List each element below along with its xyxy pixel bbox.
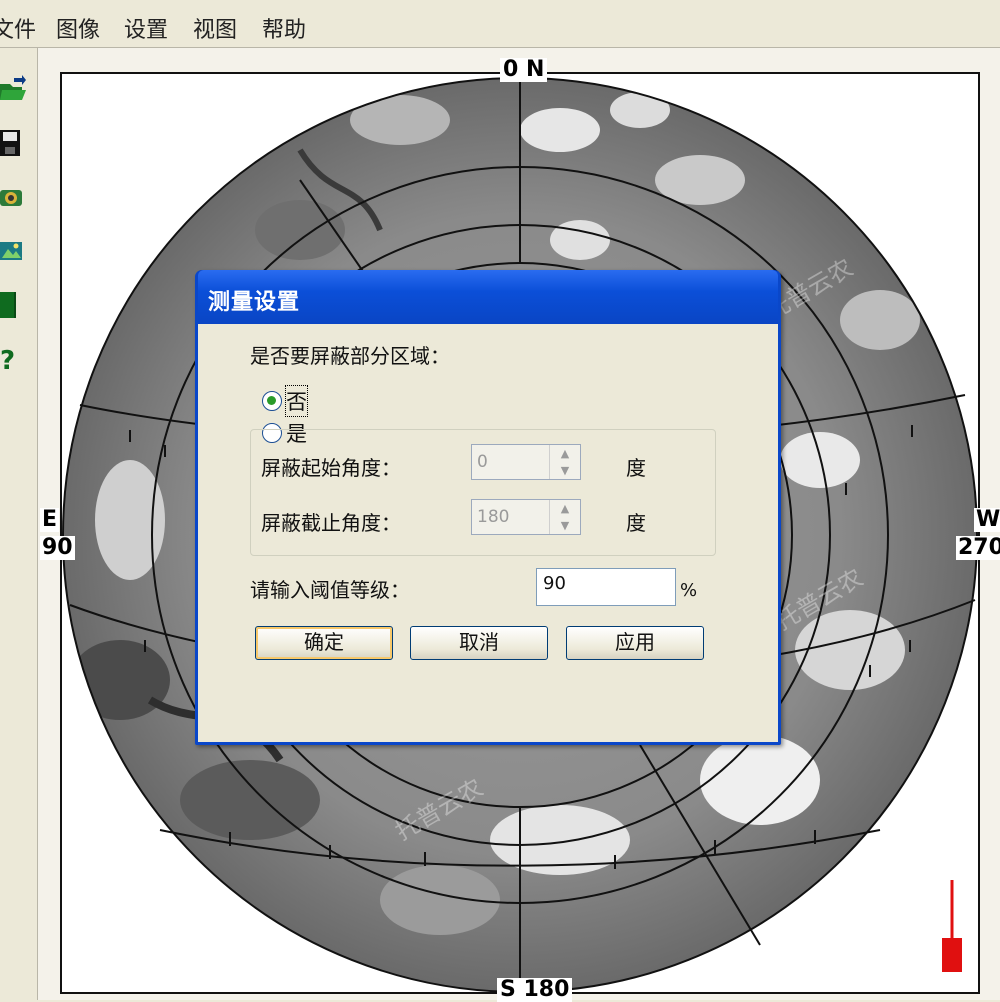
west-degree: 270: [956, 536, 1000, 560]
spin-up-icon: ▲: [560, 447, 570, 460]
start-angle-unit: 度: [626, 456, 646, 480]
spin-up-icon: ▲: [560, 502, 570, 515]
end-angle-label: 屏蔽截止角度：: [261, 511, 401, 535]
ok-button[interactable]: 确定: [255, 626, 393, 660]
dialog-title: 测量设置: [208, 290, 301, 315]
end-angle-value: 180: [477, 507, 510, 527]
measurement-settings-dialog: 测量设置 是否要屏蔽部分区域： 否 是 屏蔽起始角度： 0 ▲ ▼ 度 屏蔽截止角…: [195, 270, 781, 745]
threshold-input[interactable]: 90: [536, 568, 676, 606]
dialog-titlebar[interactable]: 测量设置: [198, 270, 778, 324]
start-angle-value: 0: [477, 452, 488, 472]
apply-button[interactable]: 应用: [566, 626, 704, 660]
cancel-button[interactable]: 取消: [410, 626, 548, 660]
west-letter: W: [974, 508, 1000, 532]
north-label: 0 N: [500, 58, 548, 82]
end-angle-unit: 度: [626, 511, 646, 535]
radio-no-label[interactable]: 否: [285, 385, 308, 417]
end-angle-spinner: 180 ▲ ▼: [471, 499, 581, 535]
start-angle-spinner: 0 ▲ ▼: [471, 444, 581, 480]
south-label: S 180: [497, 978, 573, 1002]
threshold-percent-unit: %: [680, 580, 698, 601]
start-angle-label: 屏蔽起始角度：: [261, 456, 401, 480]
dialog-body: 是否要屏蔽部分区域： 否 是 屏蔽起始角度： 0 ▲ ▼ 度 屏蔽截止角度： 18…: [198, 324, 778, 742]
spin-down-icon: ▼: [560, 519, 570, 532]
spin-down-icon: ▼: [560, 464, 570, 477]
threshold-label: 请输入阈值等级：: [250, 578, 410, 602]
red-level-indicator: [942, 880, 962, 972]
east-letter: E: [40, 507, 60, 532]
radio-no-indicator[interactable]: [262, 391, 282, 411]
east-degree: 90: [40, 535, 75, 560]
radio-no[interactable]: 否: [262, 385, 308, 417]
mask-question-label: 是否要屏蔽部分区域：: [250, 344, 450, 368]
